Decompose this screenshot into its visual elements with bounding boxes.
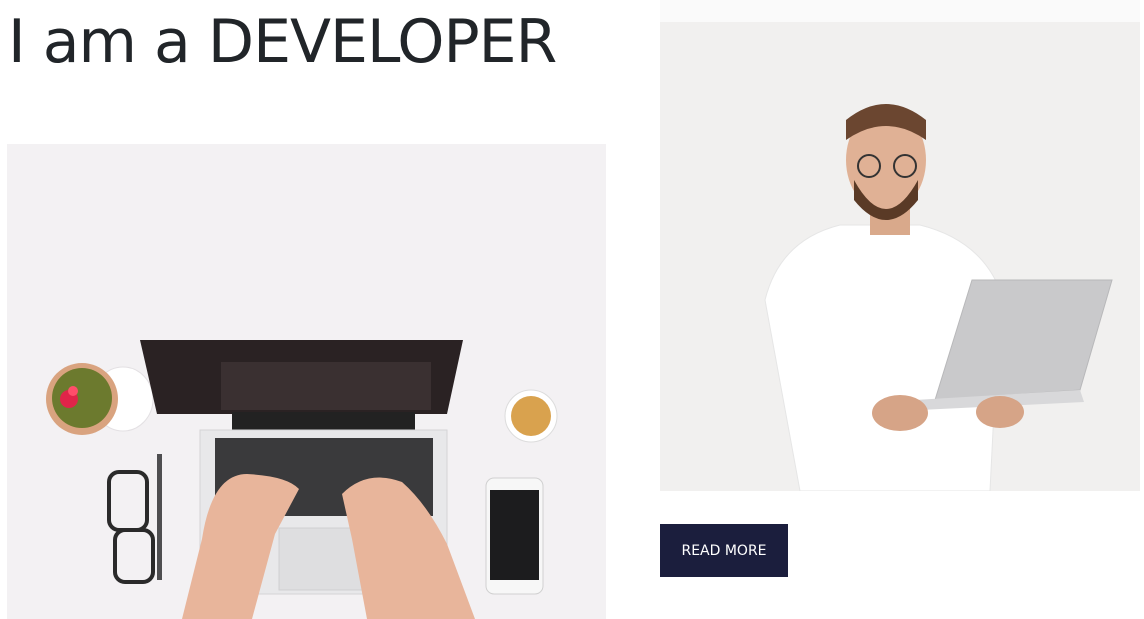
read-more-button[interactable]: READ MORE: [660, 524, 788, 577]
coffee-cup: [504, 389, 558, 443]
cactus-plant: [46, 363, 154, 435]
smartphone: [485, 477, 544, 595]
pencil: [157, 454, 162, 580]
workspace-laptop-photo: [7, 144, 606, 619]
developer-portrait-photo: [660, 0, 1140, 491]
page-title: I am a DEVELOPER: [8, 7, 557, 77]
